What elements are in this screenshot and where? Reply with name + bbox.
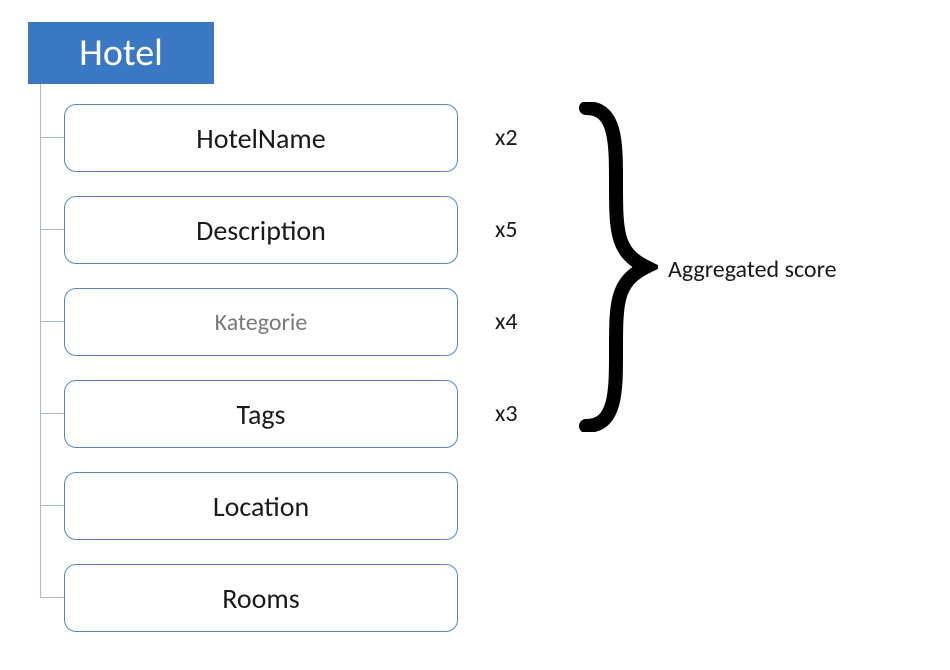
field-label: Kategorie [215, 308, 308, 337]
weight-label: x4 [495, 307, 555, 336]
aggregated-score-label: Aggregated score [668, 255, 837, 284]
tree-connector-horizontal [40, 137, 64, 138]
curly-brace-icon [568, 102, 658, 432]
field-label: Description [196, 213, 326, 248]
tree-connector-horizontal [40, 597, 64, 598]
weight-label: x5 [495, 215, 555, 244]
field-label: Tags [237, 397, 286, 432]
tree-connector-horizontal [40, 229, 64, 230]
tree-connector-vertical [40, 84, 41, 597]
field-label: HotelName [196, 121, 325, 156]
weight-label: x2 [495, 123, 555, 152]
field-label: Location [213, 489, 309, 524]
field-box: Description [64, 196, 458, 264]
root-node: Hotel [28, 22, 214, 84]
root-label: Hotel [79, 30, 163, 76]
field-box: Location [64, 472, 458, 540]
field-box: Rooms [64, 564, 458, 632]
tree-connector-horizontal [40, 413, 64, 414]
tree-connector-horizontal [40, 321, 64, 322]
field-label: Rooms [222, 581, 299, 616]
field-box: Kategorie [64, 288, 458, 356]
weight-label: x3 [495, 399, 555, 428]
field-box: HotelName [64, 104, 458, 172]
tree-connector-horizontal [40, 505, 64, 506]
field-box: Tags [64, 380, 458, 448]
